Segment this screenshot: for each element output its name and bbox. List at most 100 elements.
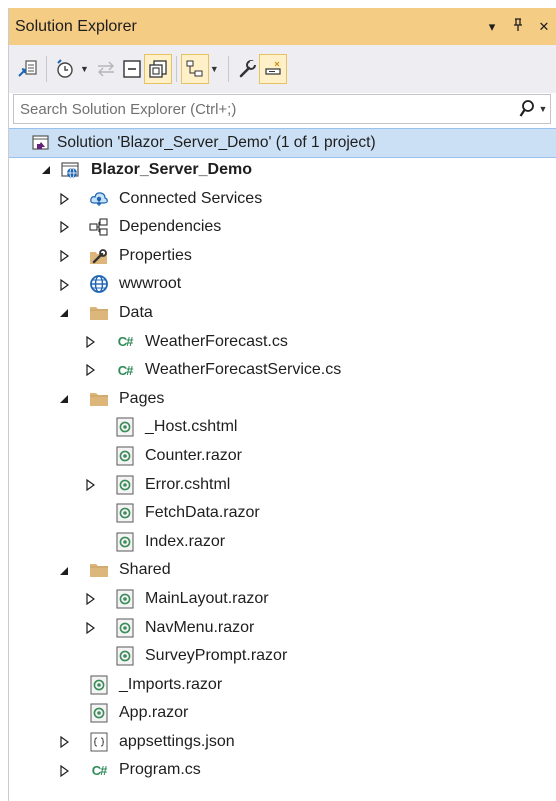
tree-item-label: FetchData.razor xyxy=(145,504,260,522)
razor-icon xyxy=(115,589,135,609)
collapsed-arrow-icon[interactable] xyxy=(57,728,71,757)
tree-item-label: Properties xyxy=(119,246,192,264)
dependencies-icon xyxy=(89,217,109,237)
connected-services-icon xyxy=(89,189,109,209)
tree-item-label: App.razor xyxy=(119,704,189,722)
csharp-icon: C# xyxy=(117,362,134,378)
chevron-down-icon[interactable]: ▼ xyxy=(80,64,89,74)
tree-item-connected-services[interactable]: Connected Services xyxy=(9,185,556,214)
tree-item-label: NavMenu.razor xyxy=(145,618,255,636)
properties-icon xyxy=(89,246,109,266)
razor-icon xyxy=(115,617,135,638)
collapsed-arrow-icon[interactable] xyxy=(57,756,71,785)
preview-selected-items-icon[interactable] xyxy=(258,54,287,84)
tree-item-data[interactable]: Data xyxy=(9,299,556,328)
tree-item-error-cshtml[interactable]: Error.cshtml xyxy=(9,471,556,500)
tree-item-label: _Imports.razor xyxy=(119,675,223,693)
tree-item-label: Counter.razor xyxy=(145,446,242,464)
collapsed-arrow-icon[interactable] xyxy=(83,585,97,614)
tree-item-imports-razor[interactable]: _Imports.razor xyxy=(9,671,556,700)
tree-item-label: Blazor_Server_Demo xyxy=(91,161,252,178)
tree-item-label: Program.cs xyxy=(119,761,201,779)
csharp-icon: C# xyxy=(91,762,108,778)
panel-title: Solution Explorer xyxy=(15,17,137,35)
folder-icon xyxy=(89,389,109,409)
csharp-icon: C# xyxy=(117,334,134,350)
tree-item-label: Data xyxy=(119,303,153,321)
tree-item-label: Pages xyxy=(119,389,165,407)
tree-item-fetchdata-razor[interactable]: FetchData.razor xyxy=(9,499,556,528)
json-icon xyxy=(89,732,109,752)
collapsed-arrow-icon[interactable] xyxy=(57,185,71,214)
razor-icon xyxy=(89,675,109,695)
collapsed-arrow-icon[interactable] xyxy=(83,471,97,500)
solution-node[interactable]: Solution 'Blazor_Server_Demo' (1 of 1 pr… xyxy=(9,128,556,158)
expanded-arrow-icon[interactable] xyxy=(57,385,71,414)
razor-icon xyxy=(115,446,135,466)
tree-item-shared[interactable]: Shared xyxy=(9,556,556,585)
window-position-dropdown-icon[interactable]: ▾ xyxy=(485,19,499,35)
solution-tree: Blazor_Server_Demo Connected Services Depe… xyxy=(9,156,556,785)
auto-hide-pin-icon[interactable] xyxy=(511,18,525,35)
pending-changes-filter-icon[interactable] xyxy=(52,55,78,83)
solution-explorer-panel: Solution Explorer ▾ ✕ ▼ ▼ Search Solutio… xyxy=(8,8,556,801)
tree-item-label: Index.razor xyxy=(145,532,226,550)
collapsed-arrow-icon[interactable] xyxy=(57,213,71,242)
close-icon[interactable]: ✕ xyxy=(537,19,551,35)
globe-icon xyxy=(89,274,109,294)
search-icon[interactable] xyxy=(518,98,536,120)
tree-item-blazor-server-demo[interactable]: Blazor_Server_Demo xyxy=(9,156,556,185)
back-forward-icon xyxy=(93,55,119,83)
search-input[interactable] xyxy=(14,97,518,121)
razor-icon xyxy=(115,474,135,495)
search-options-chevron-down-icon[interactable]: ▼ xyxy=(536,104,550,114)
expanded-arrow-icon[interactable] xyxy=(39,156,53,185)
tree-item-surveyprompt-razor[interactable]: SurveyPrompt.razor xyxy=(9,642,556,671)
razor-icon xyxy=(115,646,135,666)
tree-item-weatherforecastservice-cs[interactable]: C# WeatherForecastService.cs xyxy=(9,356,556,385)
tree-item-host-cshtml[interactable]: _Host.cshtml xyxy=(9,413,556,442)
tree-item-label: Connected Services xyxy=(119,189,263,207)
razor-icon xyxy=(115,532,135,552)
tree-item-label: _Host.cshtml xyxy=(145,418,238,436)
tree-item-index-razor[interactable]: Index.razor xyxy=(9,528,556,557)
expanded-arrow-icon[interactable] xyxy=(57,556,71,585)
expanded-arrow-icon[interactable] xyxy=(57,299,71,328)
tree-item-app-razor[interactable]: App.razor xyxy=(9,699,556,728)
tree-item-appsettings-json[interactable]: appsettings.json xyxy=(9,728,556,757)
tree-item-dependencies[interactable]: Dependencies xyxy=(9,213,556,242)
tree-item-program-cs[interactable]: C# Program.cs xyxy=(9,756,556,785)
collapsed-arrow-icon[interactable] xyxy=(83,328,97,357)
tree-item-pages[interactable]: Pages xyxy=(9,385,556,414)
razor-icon xyxy=(115,417,135,437)
project-icon xyxy=(61,160,81,180)
tree-item-label: wwwroot xyxy=(119,275,182,293)
collapse-all-icon[interactable] xyxy=(119,55,145,83)
chevron-down-icon[interactable]: ▼ xyxy=(210,64,219,74)
show-all-files-icon[interactable] xyxy=(143,54,172,84)
tree-item-navmenu-razor[interactable]: NavMenu.razor xyxy=(9,614,556,643)
tree-item-label: Dependencies xyxy=(119,218,222,236)
tree-item-weatherforecast-cs[interactable]: C# WeatherForecast.cs xyxy=(9,328,556,357)
razor-icon xyxy=(115,503,135,523)
tree-item-wwwroot[interactable]: wwwroot xyxy=(9,270,556,299)
tree-item-properties[interactable]: Properties xyxy=(9,242,556,271)
collapsed-arrow-icon[interactable] xyxy=(57,270,71,299)
collapsed-arrow-icon[interactable] xyxy=(57,242,71,271)
project-view-icon[interactable] xyxy=(180,54,209,84)
collapsed-arrow-icon[interactable] xyxy=(83,356,97,385)
tree-item-label: MainLayout.razor xyxy=(145,589,269,607)
panel-title-bar: Solution Explorer ▾ ✕ xyxy=(9,8,556,45)
tree-item-label: SurveyPrompt.razor xyxy=(145,647,288,665)
tree-item-counter-razor[interactable]: Counter.razor xyxy=(9,442,556,471)
solution-icon xyxy=(31,133,51,153)
search-solution-explorer: ▼ xyxy=(13,94,551,124)
folder-icon xyxy=(89,560,109,580)
properties-wrench-icon[interactable] xyxy=(234,55,260,83)
collapsed-arrow-icon[interactable] xyxy=(83,614,97,643)
tree-item-label: Error.cshtml xyxy=(145,475,231,493)
tree-item-mainlayout-razor[interactable]: MainLayout.razor xyxy=(9,585,556,614)
razor-icon xyxy=(89,703,109,723)
switch-views-icon[interactable] xyxy=(15,55,41,83)
tree-item-label: WeatherForecastService.cs xyxy=(145,361,342,379)
